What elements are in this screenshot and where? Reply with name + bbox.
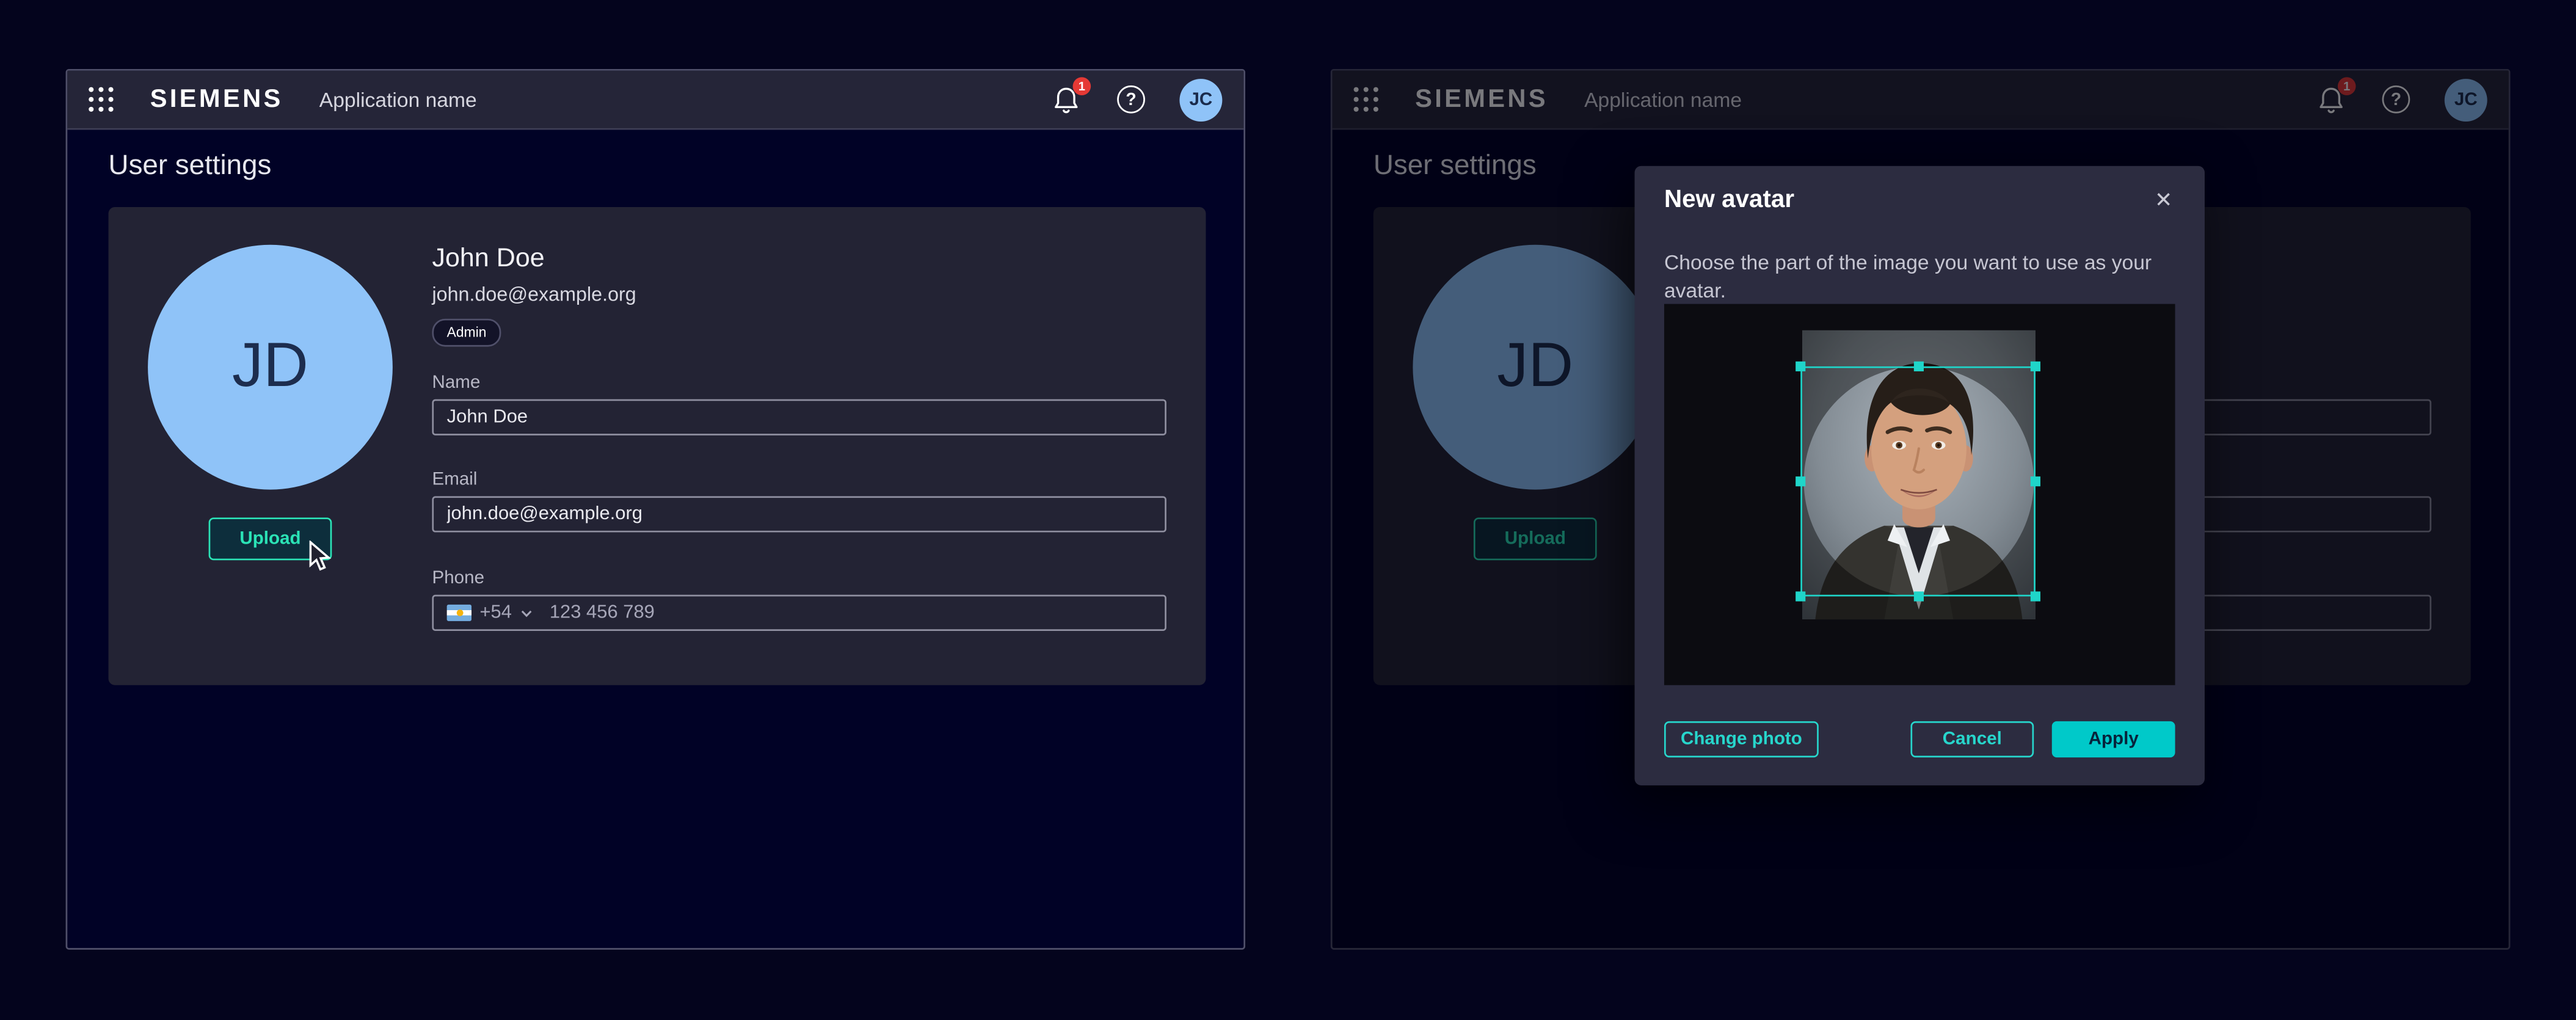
phone-input[interactable]: +54 123 456 789 [432, 595, 1166, 631]
email-label: Email [432, 470, 1166, 489]
stage: SIEMENS Application name 1 ? JC User set… [0, 0, 2576, 1020]
email-field-group: Email [432, 470, 1166, 532]
cancel-button[interactable]: Cancel [1910, 721, 2034, 757]
name-input[interactable] [432, 399, 1166, 435]
crop-handle-se[interactable] [2031, 591, 2040, 601]
new-avatar-dialog: New avatar ✕ Choose the part of the imag… [1635, 166, 2205, 785]
phone-number-value: 123 456 789 [550, 603, 655, 622]
profile-summary: John Doe john.doe@example.org Admin [432, 243, 636, 346]
page-title: User settings [109, 150, 272, 183]
portrait-photo [1802, 330, 2036, 619]
panel-user-settings-modal-state: SIEMENS Application name 1 ? JC User set… [1331, 69, 2510, 950]
top-bar: SIEMENS Application name 1 ? JC [67, 71, 1243, 130]
app-title: Application name [319, 88, 477, 111]
crop-handle-nw[interactable] [1796, 362, 1805, 371]
crop-handle-sw[interactable] [1796, 591, 1805, 601]
dial-code-select[interactable]: +54 [479, 603, 511, 622]
notifications-button[interactable]: 1 [1050, 83, 1083, 116]
name-field-group: Name [432, 373, 1166, 435]
name-label: Name [432, 373, 1166, 393]
user-menu-avatar[interactable]: JC [1179, 78, 1222, 121]
apply-button[interactable]: Apply [2052, 721, 2175, 757]
crop-handle-e[interactable] [2031, 476, 2040, 486]
close-icon[interactable]: ✕ [2145, 183, 2181, 219]
dialog-title: New avatar [1664, 186, 1794, 214]
change-photo-button[interactable]: Change photo [1664, 721, 1819, 757]
profile-email: john.doe@example.org [432, 283, 636, 306]
argentina-flag-icon [447, 605, 471, 621]
profile-card: JD Upload John Doe john.doe@example.org … [109, 207, 1206, 685]
crop-selection[interactable] [1800, 366, 2036, 597]
phone-label: Phone [432, 569, 1166, 588]
help-button[interactable]: ? [1117, 86, 1145, 114]
profile-avatar: JD [148, 245, 393, 490]
crop-handle-s[interactable] [1914, 591, 1924, 601]
siemens-logo: SIEMENS [150, 85, 283, 114]
panel-user-settings: SIEMENS Application name 1 ? JC User set… [66, 69, 1245, 950]
profile-name: John Doe [432, 243, 636, 276]
crop-canvas [1664, 304, 2175, 685]
email-input[interactable] [432, 496, 1166, 532]
crop-handle-n[interactable] [1914, 362, 1924, 371]
mouse-cursor [309, 541, 332, 574]
notification-badge: 1 [1073, 76, 1091, 95]
phone-field-group: Phone +54 123 456 789 [432, 569, 1166, 631]
role-badge: Admin [432, 319, 501, 347]
chevron-down-icon [520, 609, 531, 617]
app-switcher-icon[interactable] [89, 87, 114, 112]
crop-handle-w[interactable] [1796, 476, 1805, 486]
topbar-actions: 1 ? JC [1050, 78, 1222, 121]
dialog-description: Choose the part of the image you want to… [1664, 250, 2165, 305]
crop-handle-ne[interactable] [2031, 362, 2040, 371]
